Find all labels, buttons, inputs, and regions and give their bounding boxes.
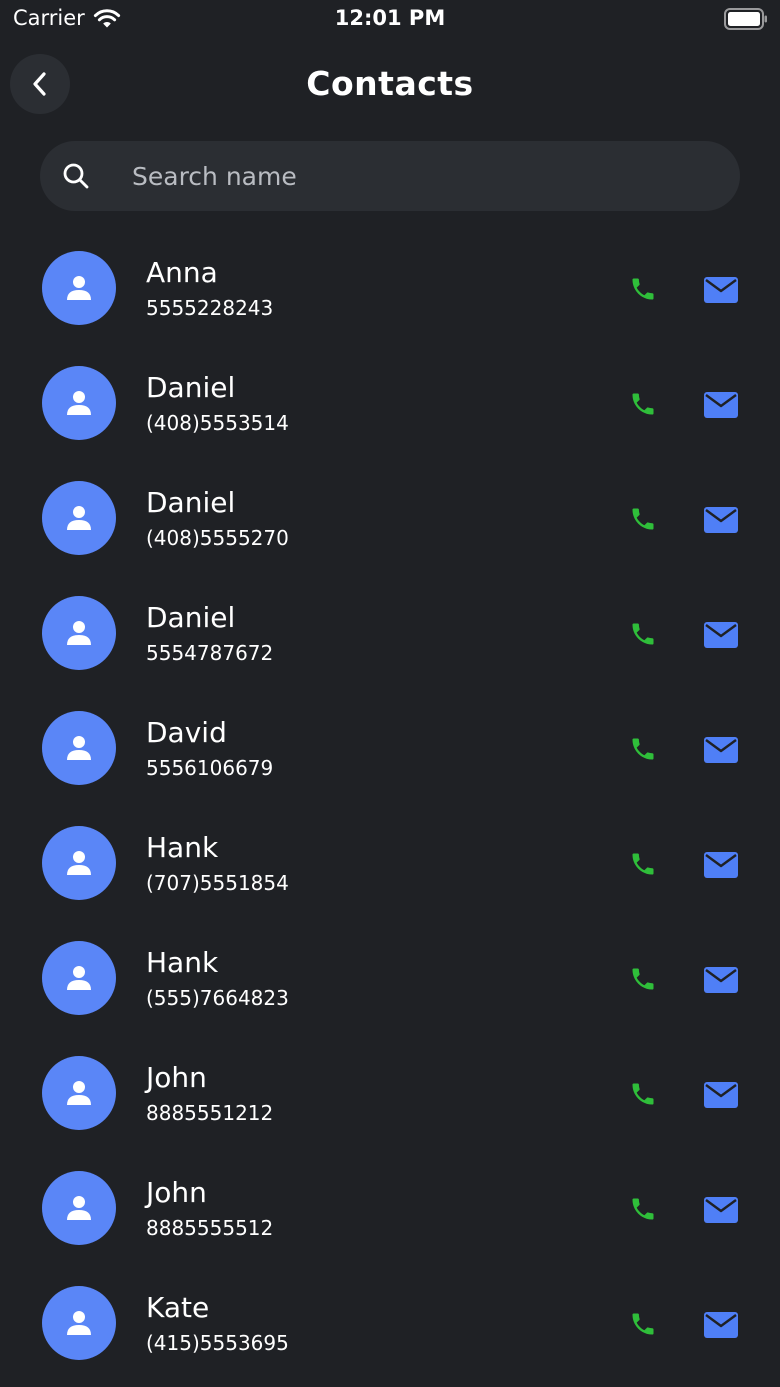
phone-icon (632, 278, 654, 300)
person-icon (67, 966, 91, 990)
contact-list: Anna 5555228243 Daniel (408)5553514 Dani… (0, 230, 780, 1380)
person-icon (67, 391, 91, 415)
contact-row[interactable]: John 8885555512 (0, 1150, 780, 1265)
envelope-icon (704, 967, 738, 993)
email-button[interactable] (702, 275, 740, 305)
person-icon (67, 736, 91, 760)
email-button[interactable] (702, 1310, 740, 1340)
avatar (42, 1056, 116, 1130)
contact-row[interactable]: John 8885551212 (0, 1035, 780, 1150)
contact-name: Kate (146, 1291, 210, 1324)
phone-icon (632, 738, 654, 760)
envelope-icon (704, 392, 738, 418)
phone-icon (632, 393, 654, 415)
envelope-icon (704, 1312, 738, 1338)
contact-row[interactable]: Daniel 5554787672 (0, 575, 780, 690)
contact-name: Daniel (146, 371, 236, 404)
email-button[interactable] (702, 1080, 740, 1110)
envelope-icon (704, 507, 738, 533)
call-button[interactable] (626, 1307, 660, 1341)
call-button[interactable] (626, 732, 660, 766)
battery-icon (724, 8, 767, 30)
phone-icon (632, 508, 654, 530)
person-icon (67, 1311, 91, 1335)
contact-phone: (408)5553514 (146, 411, 289, 435)
call-button[interactable] (626, 617, 660, 651)
avatar (42, 481, 116, 555)
envelope-icon (704, 737, 738, 763)
envelope-icon (704, 622, 738, 648)
envelope-icon (704, 277, 738, 303)
call-button[interactable] (626, 502, 660, 536)
search-input[interactable] (132, 141, 712, 211)
phone-icon (632, 968, 654, 990)
contact-row[interactable]: Daniel (408)5553514 (0, 345, 780, 460)
person-icon (67, 506, 91, 530)
person-icon (67, 1081, 91, 1105)
contact-row[interactable]: Daniel (408)5555270 (0, 460, 780, 575)
phone-icon (632, 853, 654, 875)
contact-phone: (408)5555270 (146, 526, 289, 550)
avatar (42, 1286, 116, 1360)
call-button[interactable] (626, 1192, 660, 1226)
contact-phone: 8885551212 (146, 1101, 274, 1125)
email-button[interactable] (702, 620, 740, 650)
phone-icon (632, 1198, 654, 1220)
avatar (42, 596, 116, 670)
contact-row[interactable]: David 5556106679 (0, 690, 780, 805)
avatar (42, 366, 116, 440)
contact-name: Anna (146, 256, 218, 289)
phone-icon (632, 623, 654, 645)
email-button[interactable] (702, 505, 740, 535)
contact-name: John (146, 1061, 207, 1094)
contact-name: Hank (146, 831, 219, 864)
status-time: 12:01 PM (334, 6, 446, 30)
contact-phone: (707)5551854 (146, 871, 289, 895)
contact-name: David (146, 716, 227, 749)
contact-name: John (146, 1176, 207, 1209)
avatar (42, 826, 116, 900)
search-bar[interactable] (40, 141, 740, 211)
contact-row[interactable]: Hank (707)5551854 (0, 805, 780, 920)
call-button[interactable] (626, 962, 660, 996)
contact-phone: (415)5553695 (146, 1331, 289, 1355)
contact-phone: 5554787672 (146, 641, 274, 665)
person-icon (67, 1196, 91, 1220)
envelope-icon (704, 1197, 738, 1223)
call-button[interactable] (626, 847, 660, 881)
status-bar: Carrier 12:01 PM (0, 0, 780, 40)
person-icon (67, 621, 91, 645)
contact-row[interactable]: Hank (555)7664823 (0, 920, 780, 1035)
person-icon (67, 276, 91, 300)
contact-name: Hank (146, 946, 219, 979)
contact-phone: 5556106679 (146, 756, 274, 780)
page-title: Contacts (306, 64, 474, 103)
envelope-icon (704, 852, 738, 878)
email-button[interactable] (702, 1195, 740, 1225)
contact-name: Daniel (146, 601, 236, 634)
email-button[interactable] (702, 850, 740, 880)
call-button[interactable] (626, 272, 660, 306)
avatar (42, 1171, 116, 1245)
call-button[interactable] (626, 1077, 660, 1111)
contact-phone: (555)7664823 (146, 986, 289, 1010)
contact-row[interactable]: Anna 5555228243 (0, 230, 780, 345)
phone-icon (632, 1083, 654, 1105)
email-button[interactable] (702, 965, 740, 995)
avatar (42, 941, 116, 1015)
contact-row[interactable]: Kate (415)5553695 (0, 1265, 780, 1380)
avatar (42, 251, 116, 325)
contact-name: Daniel (146, 486, 236, 519)
person-icon (67, 851, 91, 875)
contact-phone: 8885555512 (146, 1216, 274, 1240)
phone-icon (632, 1313, 654, 1335)
email-button[interactable] (702, 735, 740, 765)
envelope-icon (704, 1082, 738, 1108)
contact-phone: 5555228243 (146, 296, 274, 320)
search-icon (63, 163, 89, 189)
call-button[interactable] (626, 387, 660, 421)
email-button[interactable] (702, 390, 740, 420)
avatar (42, 711, 116, 785)
